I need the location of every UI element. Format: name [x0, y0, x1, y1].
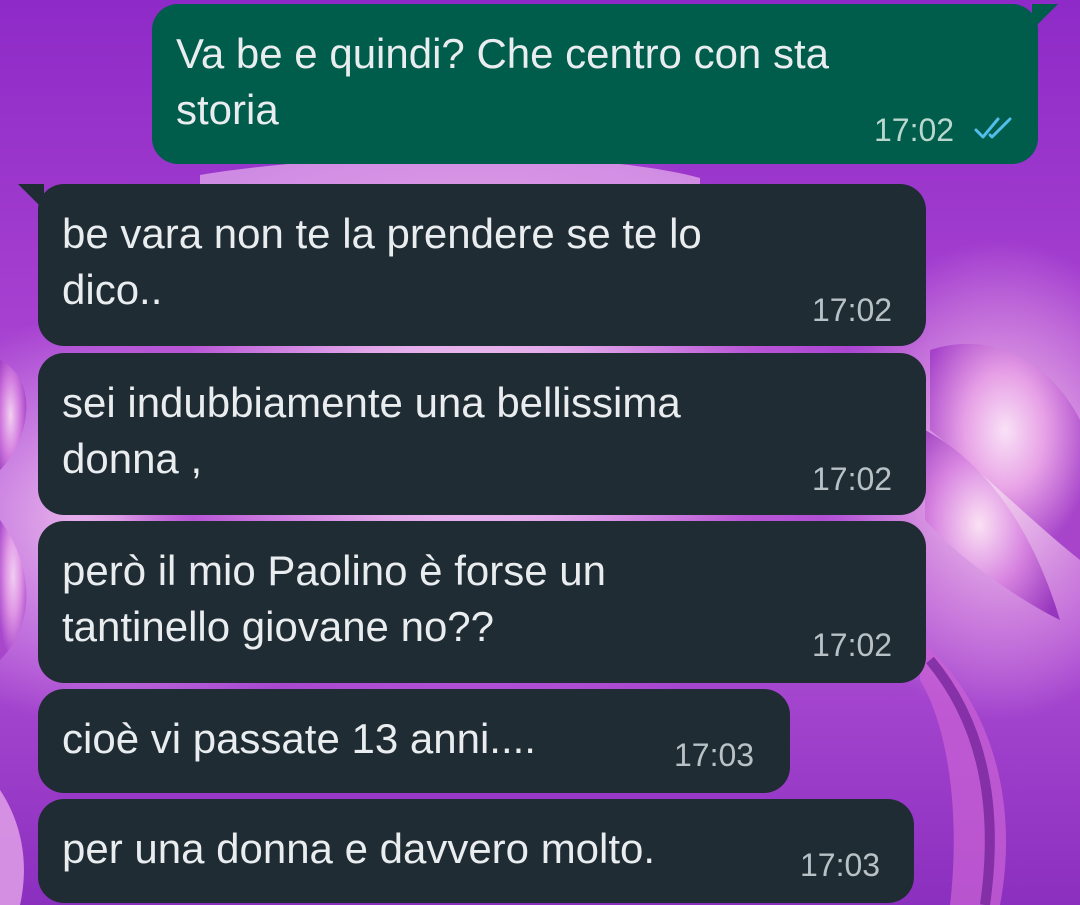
bubble-tail — [18, 184, 44, 210]
message-time: 17:02 — [812, 627, 893, 663]
message-time: 17:03 — [800, 847, 881, 883]
message-time: 17:02 — [874, 112, 955, 148]
message-text: sei indubbiamente una bellissima donna , — [62, 379, 681, 482]
message-text: però il mio Paolino è forse un tantinell… — [62, 547, 606, 650]
message-time: 17:02 — [812, 461, 893, 497]
message-bubble-incoming[interactable]: però il mio Paolino è forse un tantinell… — [38, 521, 926, 683]
message-bubble-incoming[interactable]: cioè vi passate 13 anni.... 17:03 — [38, 689, 790, 793]
message-bubble-incoming[interactable]: per una donna e davvero molto. 17:03 — [38, 799, 914, 903]
double-check-read-icon — [974, 117, 1012, 139]
message-text: cioè vi passate 13 anni.... — [62, 715, 536, 762]
message-text: Va be e quindi? Che centro con sta stori… — [176, 30, 829, 133]
message-text: be vara non te la prendere se te lo dico… — [62, 210, 702, 313]
message-text: per una donna e davvero molto. — [62, 825, 656, 872]
message-bubble-outgoing[interactable]: Va be e quindi? Che centro con sta stori… — [152, 4, 1058, 164]
bubble-tail — [1032, 4, 1058, 30]
message-time: 17:02 — [812, 292, 893, 328]
message-bubble-incoming[interactable]: be vara non te la prendere se te lo dico… — [18, 184, 926, 346]
message-time: 17:03 — [674, 737, 755, 773]
chat-screen: { "theme": { "incoming_bubble": "#202c33… — [0, 0, 1080, 905]
message-bubble-incoming[interactable]: sei indubbiamente una bellissima donna ,… — [38, 353, 926, 515]
